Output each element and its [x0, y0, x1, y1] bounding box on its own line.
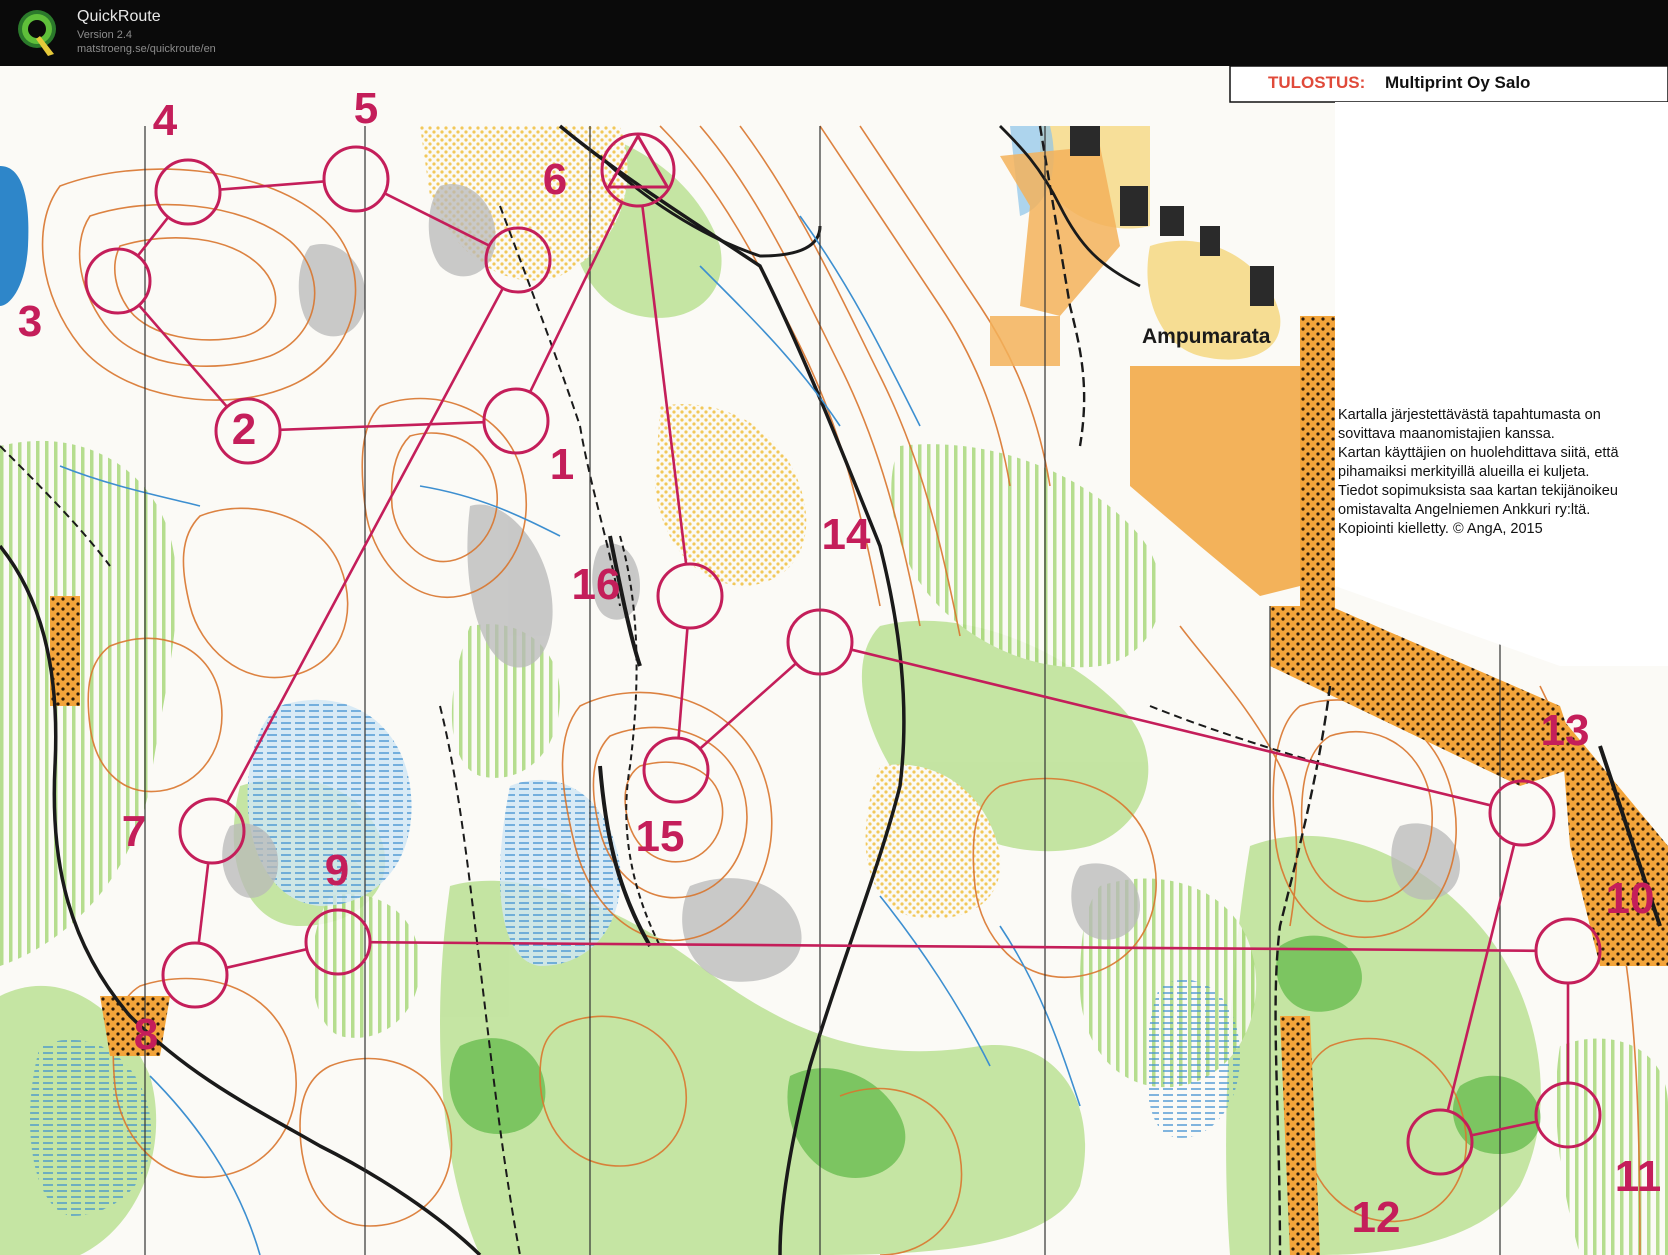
map-note-line-5: Tiedot sopimuksista saa kartan tekijänoi…: [1338, 483, 1618, 499]
control-number-13: 13: [1541, 706, 1590, 755]
orienteering-map[interactable]: TULOSTUS: Multiprint Oy Salo Kartalla jä…: [0, 66, 1668, 1255]
quickroute-logo-icon: [18, 10, 56, 56]
control-number-2: 2: [232, 405, 256, 454]
control-number-10: 10: [1606, 874, 1655, 923]
map-notes-panel: Kartalla järjestettävästä tapahtumasta o…: [1335, 102, 1668, 666]
map-note-line-6: omistavalta Angelniemen Ankkuri ry:ltä.: [1338, 502, 1590, 518]
place-name-label: Ampumarata: [1142, 325, 1271, 348]
app-name: QuickRoute: [77, 8, 161, 25]
control-number-6: 6: [543, 155, 567, 204]
control-number-8: 8: [134, 1010, 158, 1059]
print-label: TULOSTUS:: [1268, 73, 1365, 92]
map-note-line-4: pihamaiksi merkityillä alueilla ei kulje…: [1338, 464, 1589, 480]
map-note-line-2: sovittava maanomistajien kanssa.: [1338, 426, 1555, 442]
title-bar: QuickRoute Version 2.4 matstroeng.se/qui…: [0, 0, 1668, 66]
control-number-4: 4: [153, 96, 178, 145]
control-number-1: 1: [550, 440, 574, 489]
control-number-7: 7: [122, 807, 146, 856]
control-number-3: 3: [18, 297, 42, 346]
control-number-12: 12: [1352, 1193, 1401, 1242]
print-value: Multiprint Oy Salo: [1385, 73, 1530, 92]
map-canvas[interactable]: TULOSTUS: Multiprint Oy Salo Kartalla jä…: [0, 66, 1668, 1255]
map-note-line-7: Kopiointi kielletty. © AngA, 2015: [1338, 521, 1543, 537]
control-number-5: 5: [354, 84, 378, 133]
map-note-line-3: Kartan käyttäjien on huolehdittava siitä…: [1338, 445, 1619, 461]
app-version: Version 2.4: [77, 29, 133, 41]
control-number-15: 15: [636, 812, 685, 861]
app-url[interactable]: matstroeng.se/quickroute/en: [77, 43, 216, 55]
map-note-line-1: Kartalla järjestettävästä tapahtumasta o…: [1338, 407, 1601, 423]
print-info-box: TULOSTUS: Multiprint Oy Salo: [1229, 66, 1668, 103]
control-number-9: 9: [325, 846, 349, 895]
control-number-14: 14: [822, 510, 871, 559]
control-number-11: 11: [1615, 1152, 1662, 1201]
control-number-16: 16: [572, 560, 621, 609]
